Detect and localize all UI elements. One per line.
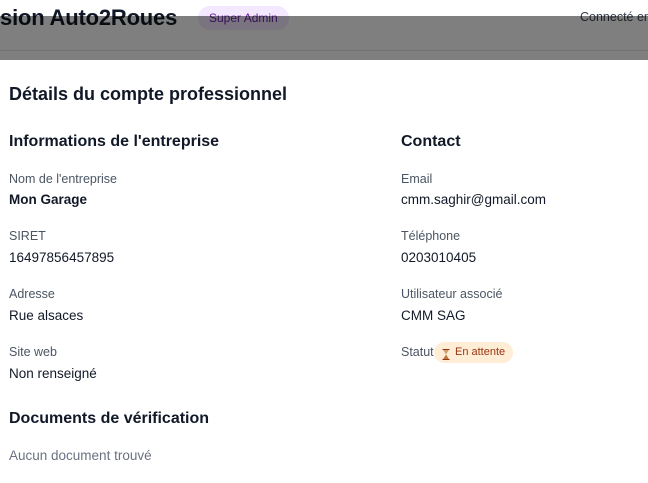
- documents-heading: Documents de vérification: [9, 410, 210, 427]
- address-value: Rue alsaces: [9, 308, 84, 323]
- associated-user-label: Utilisateur associé: [401, 287, 503, 301]
- email-value: cmm.saghir@gmail.com: [401, 192, 546, 207]
- siret-label: SIRET: [9, 229, 46, 243]
- status-badge: En attente: [434, 342, 514, 363]
- contact-heading: Contact: [401, 133, 461, 150]
- no-documents-message: Aucun document trouvé: [9, 448, 152, 463]
- associated-user-value: CMM SAG: [401, 308, 466, 323]
- company-info-heading: Informations de l'entreprise: [9, 133, 220, 150]
- company-name-label: Nom de l'entreprise: [9, 172, 117, 186]
- phone-label: Téléphone: [401, 229, 461, 243]
- status-label: Statut: [401, 345, 434, 359]
- email-label: Email: [401, 172, 433, 186]
- phone-value: 0203010405: [401, 250, 477, 265]
- siret-value: 16497856457895: [9, 250, 115, 265]
- modal-backdrop[interactable]: [0, 16, 648, 60]
- address-label: Adresse: [9, 287, 55, 301]
- hourglass-icon: [442, 347, 450, 360]
- website-label: Site web: [9, 345, 57, 359]
- website-value: Non renseigné: [9, 366, 97, 381]
- company-name-value: Mon Garage: [9, 192, 88, 207]
- status-text: En attente: [455, 346, 506, 358]
- modal-title: Détails du compte professionnel: [9, 84, 288, 104]
